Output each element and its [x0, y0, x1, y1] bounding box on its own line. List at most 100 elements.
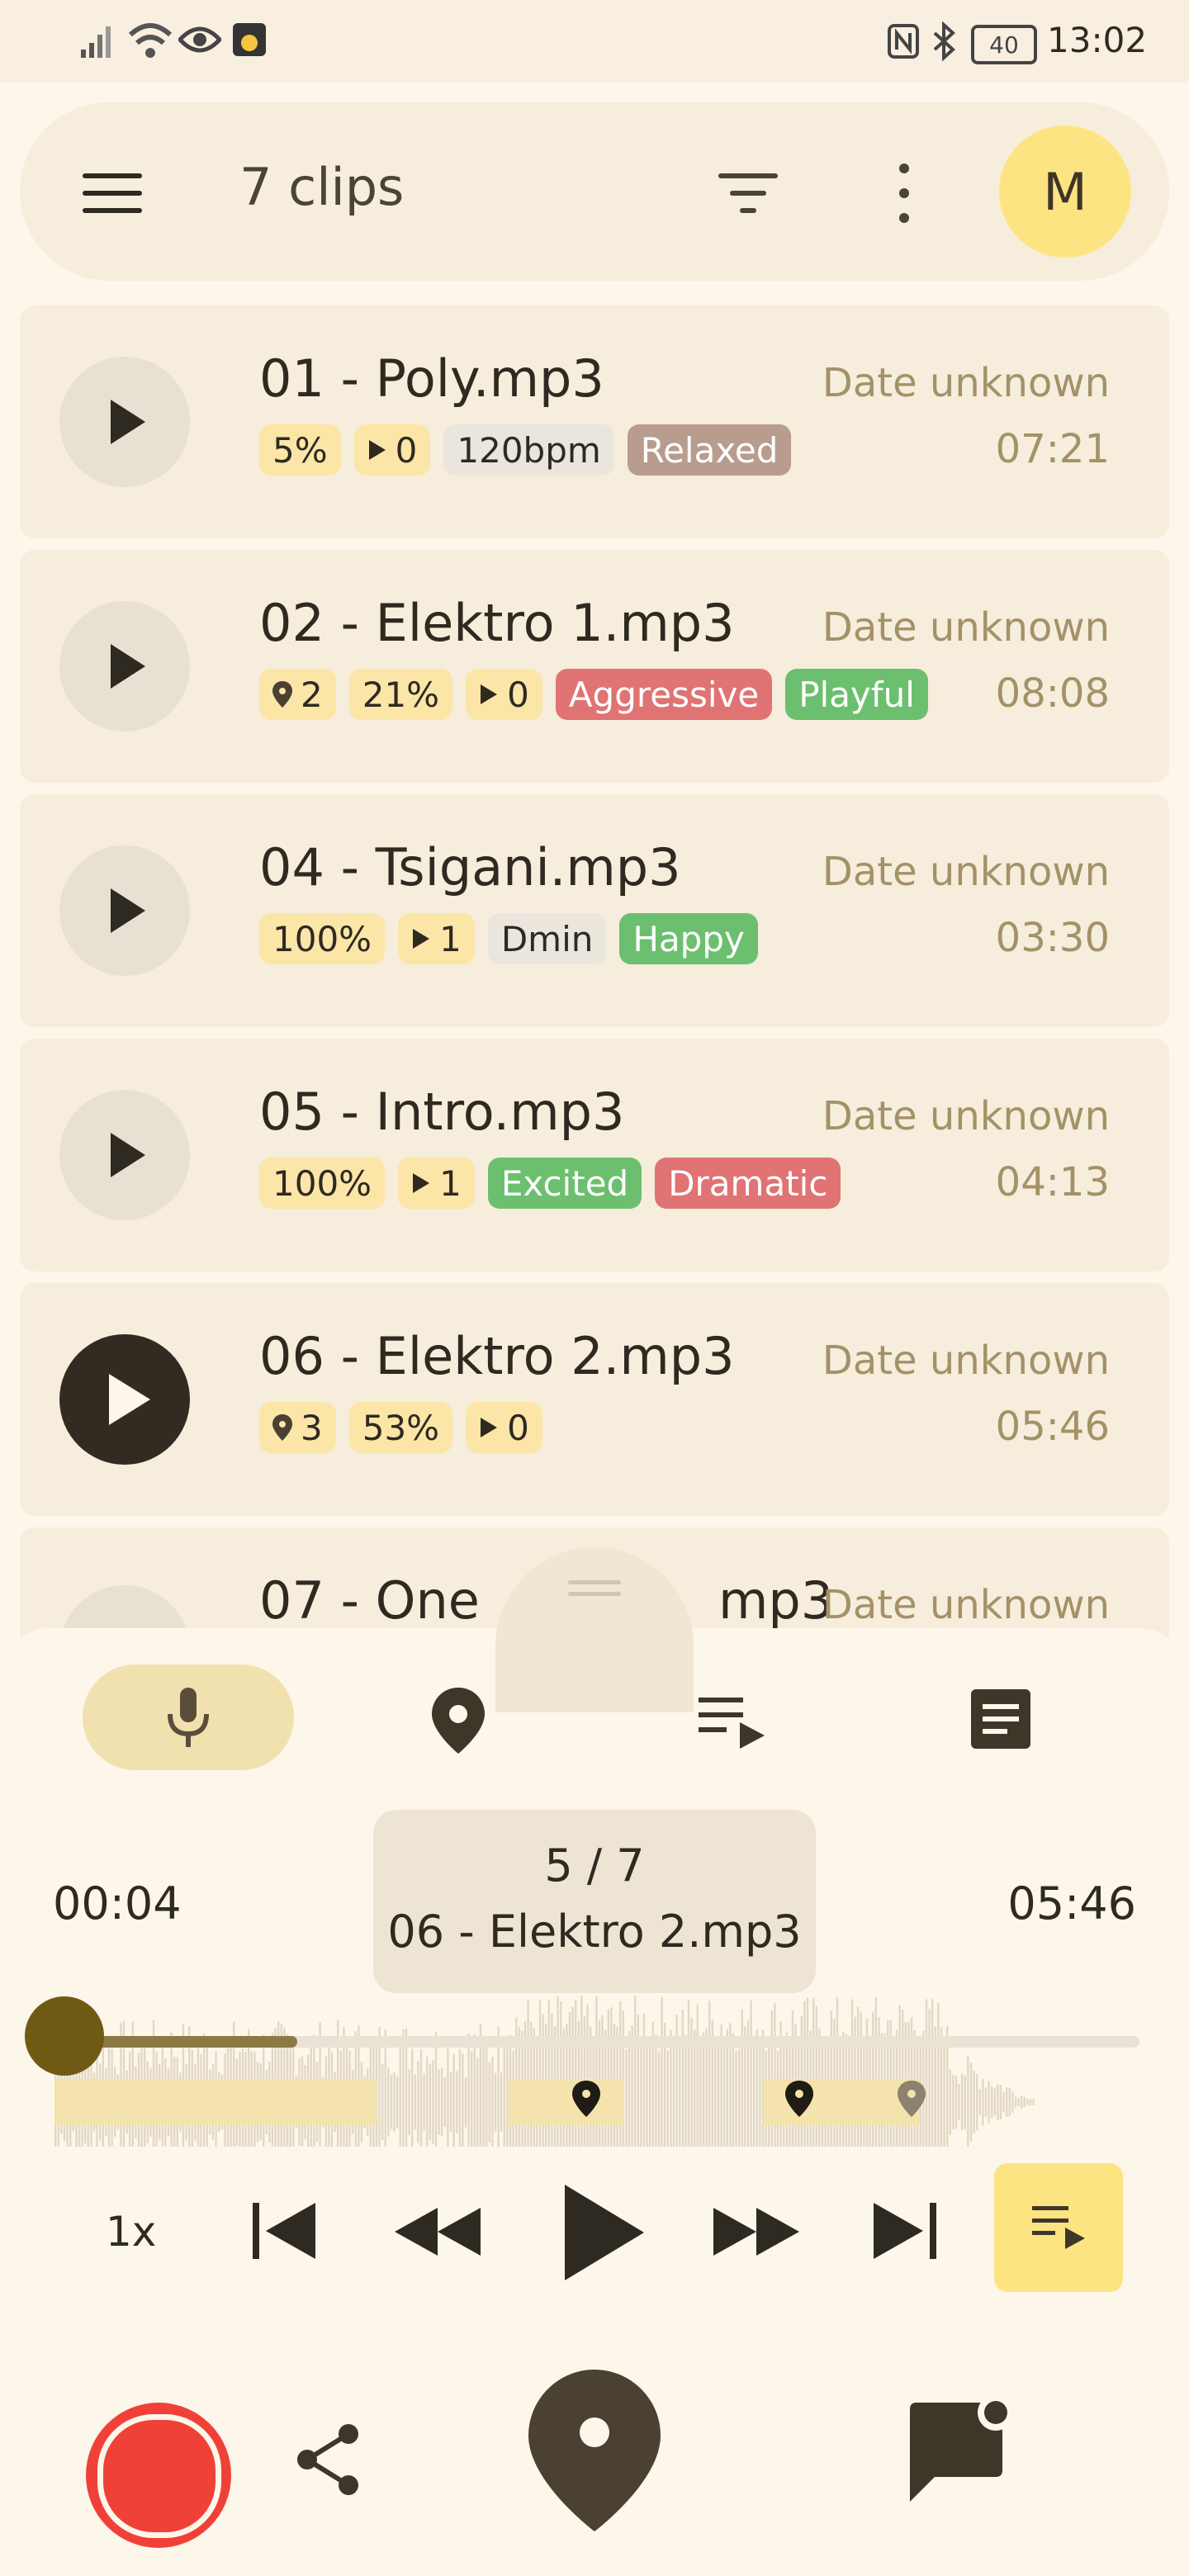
waveform-bar	[685, 2034, 687, 2147]
progress-chip: 5%	[259, 424, 341, 476]
waveform-bar	[1023, 2096, 1026, 2108]
elapsed-time: 00:04	[53, 1878, 182, 1930]
waveform[interactable]	[50, 1932, 1139, 2147]
waveform-bar	[399, 2046, 401, 2147]
clip-title: 01 - Poly.mp3	[259, 348, 604, 409]
play-button[interactable]	[59, 357, 190, 487]
record-button[interactable]	[86, 2403, 231, 2548]
chip-label: Dramatic	[668, 1163, 828, 1204]
waveform-bar	[687, 2000, 690, 2147]
add-marker-icon[interactable]	[527, 2368, 662, 2533]
tab-notes-icon[interactable]	[969, 1688, 1032, 1750]
clip-card[interactable]: 02 - Elektro 1.mp3 Date unknown 08:08 2 …	[20, 550, 1169, 783]
menu-icon[interactable]	[79, 168, 145, 218]
waveform-bar	[411, 2048, 414, 2147]
comment-notification-icon[interactable]	[905, 2394, 1014, 2505]
clip-card[interactable]: 01 - Poly.mp3 Date unknown 07:21 5% 0 12…	[20, 305, 1169, 538]
queue-button[interactable]	[994, 2163, 1123, 2292]
waveform-bar	[447, 2041, 449, 2147]
tab-markers-icon[interactable]	[429, 1686, 487, 1755]
waveform-bar	[473, 2034, 476, 2147]
waveform-bar	[925, 1999, 928, 2147]
waveform-bar	[973, 2070, 975, 2134]
waveform-bar	[1032, 2099, 1035, 2105]
waveform-bar	[1006, 2087, 1008, 2117]
waveform-bar	[491, 2056, 494, 2147]
clip-title: 07 - One	[259, 1570, 480, 1631]
chip-label: 5%	[272, 429, 328, 471]
play-button[interactable]	[59, 601, 190, 732]
clip-card[interactable]: 06 - Elektro 2.mp3 Date unknown 05:46 3 …	[20, 1283, 1169, 1516]
chip-label: Happy	[632, 918, 745, 959]
clip-card[interactable]: 05 - Intro.mp3 Date unknown 04:13 100% 1…	[20, 1039, 1169, 1271]
chip-row: 100% 1 Dmin Happy	[259, 913, 758, 964]
avatar[interactable]: M	[999, 125, 1131, 258]
waveform-bar	[494, 2072, 497, 2132]
tab-playlist-icon[interactable]	[697, 1694, 768, 1749]
clip-date: Date unknown	[822, 849, 1110, 895]
waveform-bar	[628, 2031, 631, 2147]
chip-label: 53%	[362, 1407, 440, 1448]
waveform-bar	[750, 2000, 752, 2147]
waveform-bar	[991, 2086, 993, 2119]
clip-title: 05 - Intro.mp3	[259, 1082, 625, 1142]
clip-duration: 07:21	[995, 426, 1110, 472]
waveform-bar	[408, 2068, 410, 2136]
clip-title: 06 - Elektro 2.mp3	[259, 1326, 735, 1386]
mood-chip: Relaxed	[627, 424, 792, 476]
tab-recording[interactable]	[83, 1664, 294, 1770]
seek-thumb[interactable]	[25, 1996, 104, 2076]
waveform-bar	[657, 2051, 661, 2147]
skip-next-icon[interactable]	[870, 2201, 940, 2261]
waveform-bar	[1026, 2099, 1029, 2105]
waveform-bar	[396, 2076, 399, 2129]
track-position: 5 / 7	[544, 1840, 645, 1892]
waveform-bar	[984, 2087, 988, 2117]
waveform-bar	[964, 2075, 966, 2129]
waveform-bar	[642, 2013, 646, 2147]
share-icon[interactable]	[294, 2422, 363, 2497]
nfc-icon	[888, 24, 919, 59]
clip-date: Date unknown	[822, 1338, 1110, 1384]
play-count-chip: 1	[398, 1158, 475, 1209]
play-icon	[111, 644, 145, 689]
play-button[interactable]	[59, 1334, 190, 1465]
waveform-bar	[696, 2004, 699, 2147]
waveform-bar	[429, 2063, 431, 2141]
waveform-bar	[503, 2048, 505, 2147]
waveform-bar	[640, 2043, 642, 2147]
clip-date: Date unknown	[822, 604, 1110, 651]
chip-label: 100%	[272, 918, 372, 959]
waveform-bar	[488, 2062, 490, 2143]
waveform-bar	[902, 2009, 904, 2147]
chip-label: 0	[507, 1407, 529, 1448]
filter-icon[interactable]	[715, 168, 781, 218]
eye-icon	[178, 26, 221, 53]
clip-duration: 08:08	[995, 670, 1110, 717]
play-count-chip: 1	[398, 913, 475, 964]
waveform-bar	[830, 2010, 832, 2147]
chip-label: 100%	[272, 1163, 372, 1204]
play-pause-icon[interactable]	[561, 2183, 647, 2282]
mood-chip: Playful	[785, 669, 928, 720]
clip-duration: 04:13	[995, 1159, 1110, 1205]
waveform-bar	[753, 2046, 756, 2147]
waveform-bar	[390, 2075, 393, 2129]
waveform-bar	[646, 2043, 648, 2147]
rewind-icon[interactable]	[391, 2206, 484, 2257]
speed-button[interactable]: 1x	[106, 2208, 156, 2256]
chip-row: 100% 1 Excited Dramatic	[259, 1158, 841, 1209]
waveform-bar	[898, 2005, 901, 2147]
waveform-bar	[702, 2032, 705, 2147]
skip-previous-icon[interactable]	[249, 2201, 319, 2261]
play-button[interactable]	[59, 845, 190, 976]
fast-forward-icon[interactable]	[710, 2206, 803, 2257]
mood-chip: Excited	[487, 1158, 642, 1209]
clip-card[interactable]: 04 - Tsigani.mp3 Date unknown 03:30 100%…	[20, 794, 1169, 1027]
waveform-bar	[955, 2076, 958, 2129]
more-options-icon[interactable]	[892, 160, 917, 226]
clip-title-tail: mp3	[718, 1570, 834, 1631]
play-icon	[111, 1133, 145, 1177]
play-button[interactable]	[59, 1090, 190, 1220]
location-pin-icon	[272, 681, 292, 708]
